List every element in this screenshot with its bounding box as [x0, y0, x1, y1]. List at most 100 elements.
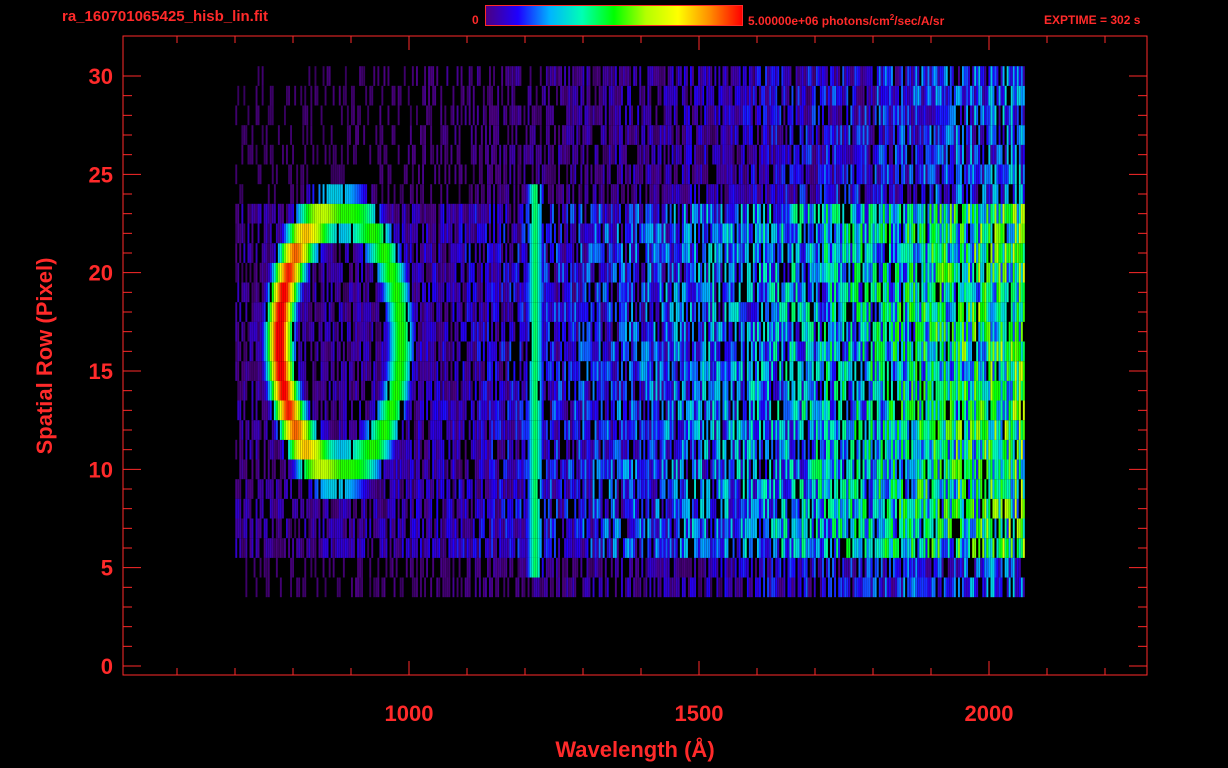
heatmap-cell [860, 341, 863, 362]
heatmap-cell [903, 341, 906, 362]
heatmap-cell [712, 498, 715, 519]
heatmap-cell [588, 479, 591, 499]
heatmap-cell [249, 479, 252, 499]
heatmap-cell [497, 282, 500, 303]
heatmap-cell [722, 400, 725, 421]
heatmap-cell [239, 400, 242, 421]
heatmap-cell [970, 361, 972, 381]
heatmap-cell [1014, 577, 1017, 598]
heatmap-cell [460, 479, 463, 499]
heatmap-cell [580, 400, 583, 421]
heatmap-cell [919, 302, 922, 322]
heatmap-cell [752, 321, 755, 342]
heatmap-cell [882, 341, 885, 362]
heatmap-cell [925, 577, 928, 598]
heatmap-cell [495, 400, 497, 421]
heatmap-cell [830, 518, 832, 539]
heatmap-cell [275, 361, 278, 381]
heatmap-cell [641, 538, 644, 558]
heatmap-cell [779, 361, 782, 381]
heatmap-cell [529, 518, 532, 539]
heatmap-cell [736, 361, 739, 381]
heatmap-cell [651, 400, 654, 421]
heatmap-cell [649, 380, 652, 401]
heatmap-cell [545, 557, 548, 578]
heatmap-cell [864, 479, 867, 499]
heatmap-cell [454, 400, 457, 421]
heatmap-cell [383, 321, 386, 342]
heatmap-cell [454, 282, 457, 303]
heatmap-cell [294, 282, 297, 303]
heatmap-cell [621, 321, 623, 342]
heatmap-cell [882, 518, 885, 539]
heatmap-cell [690, 518, 692, 539]
heatmap-cell [373, 400, 376, 421]
heatmap-cell [312, 538, 315, 558]
heatmap-cell [401, 459, 404, 480]
heatmap-cell [572, 420, 575, 440]
heatmap-cell [304, 518, 307, 539]
heatmap-cell [562, 321, 564, 342]
heatmap-cell [279, 538, 282, 558]
heatmap-cell [1002, 380, 1005, 401]
heatmap-cell [834, 577, 836, 598]
heatmap-cell [452, 439, 455, 460]
heatmap-cell [511, 557, 514, 578]
heatmap-cell [572, 577, 575, 598]
heatmap-cell [290, 518, 292, 539]
heatmap-cell [856, 302, 859, 322]
heatmap-cell [440, 459, 443, 480]
heatmap-cell [795, 341, 798, 362]
heatmap-cell [416, 282, 418, 303]
heatmap-cell [584, 577, 587, 598]
heatmap-cell [592, 341, 595, 362]
heatmap-cell [822, 518, 824, 539]
heatmap-cell [901, 439, 903, 460]
heatmap-cell [759, 321, 761, 342]
heatmap-cell [990, 479, 993, 499]
heatmap-cell [312, 459, 315, 480]
heatmap-cell [702, 282, 705, 303]
heatmap-cell [996, 321, 999, 342]
heatmap-cell [661, 479, 664, 499]
heatmap-cell [529, 498, 532, 519]
heatmap-cell [854, 302, 857, 322]
heatmap-cell [874, 282, 877, 303]
heatmap-cell [917, 439, 920, 460]
heatmap-cell [369, 321, 372, 342]
heatmap-cell [263, 557, 266, 578]
heatmap-cell [704, 400, 707, 421]
heatmap-cell [411, 302, 414, 322]
heatmap-cell [468, 577, 471, 598]
heatmap-cell [1010, 420, 1013, 440]
heatmap-cell [980, 557, 983, 578]
heatmap-cell [393, 282, 396, 303]
heatmap-cell [681, 341, 684, 362]
heatmap-cell [464, 380, 467, 401]
heatmap-cell [383, 538, 386, 558]
heatmap-cell [511, 380, 514, 401]
heatmap-cell [391, 321, 394, 342]
heatmap-cell [694, 479, 696, 499]
heatmap-cell [1020, 498, 1023, 519]
heatmap-cell [259, 518, 262, 539]
heatmap-cell [830, 479, 832, 499]
heatmap-cell [562, 518, 564, 539]
heatmap-cell [420, 420, 422, 440]
heatmap-cell [338, 420, 341, 440]
heatmap-cell [870, 479, 873, 499]
heatmap-cell [277, 380, 280, 401]
heatmap-cell [667, 380, 670, 401]
heatmap-cell [545, 538, 548, 558]
heatmap-cell [688, 557, 690, 578]
heatmap-cell [868, 538, 871, 558]
heatmap-cell [763, 577, 765, 598]
heatmap-cell [466, 459, 469, 480]
heatmap-cell [972, 518, 975, 539]
heatmap-cell [259, 498, 262, 519]
heatmap-cell [980, 439, 983, 460]
heatmap-cell [923, 538, 926, 558]
heatmap-cell [235, 479, 238, 499]
heatmap-cell [972, 459, 975, 480]
heatmap-cell [992, 439, 995, 460]
